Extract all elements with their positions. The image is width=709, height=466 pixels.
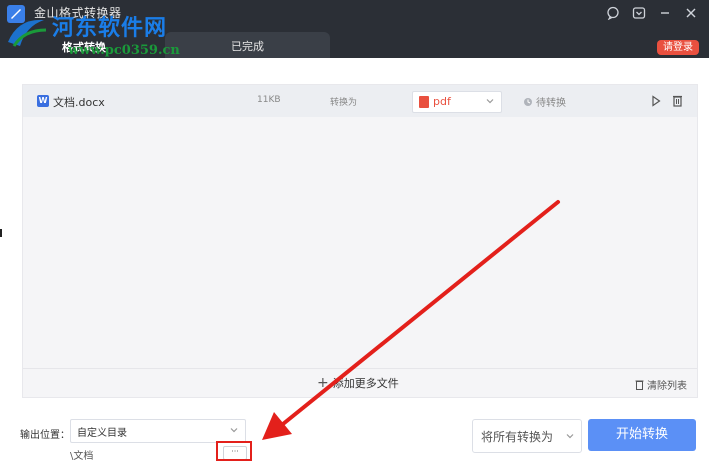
add-more-label: 添加更多文件 [332,377,399,390]
close-icon[interactable] [683,5,699,21]
chat-icon[interactable] [605,5,621,21]
word-file-icon: W [37,95,49,107]
file-size: 11KB [257,95,281,105]
app-logo-icon [7,5,25,23]
convert-all-select[interactable]: 将所有转换为 [472,419,582,453]
menu-icon[interactable] [631,5,647,21]
file-list-panel: W 文档.docx 11KB 转换为 pdf 待转换 + 添加更多文件 清除列表 [22,84,698,398]
pdf-icon [419,96,429,108]
file-row[interactable]: W 文档.docx 11KB 转换为 pdf 待转换 [23,85,697,117]
app-subtitle: 格式转换 [62,41,106,54]
add-more-files-button[interactable]: + 添加更多文件 [317,375,399,391]
delete-icon[interactable] [672,94,683,107]
tab-completed[interactable]: 已完成 [165,32,330,58]
title-bar: 金山格式转换器 格式转换 已完成 请登录 [0,0,709,58]
trash-icon [635,380,644,390]
file-name: 文档.docx [53,96,105,109]
status-text: 待转换 [536,98,566,109]
start-convert-button[interactable]: 开始转换 [588,419,696,451]
login-button[interactable]: 请登录 [657,40,699,55]
output-location-value: 自定义目录 [77,428,127,439]
output-path: \文档 [70,451,94,462]
clear-list-label: 清除列表 [647,381,687,392]
edge-mark [0,229,2,237]
output-location-label: 输出位置： [20,430,70,441]
play-icon[interactable] [651,95,661,107]
chevron-down-icon [230,428,238,433]
tab-completed-label: 已完成 [231,40,264,53]
chevron-down-icon [566,434,574,439]
chevron-down-icon [486,99,494,104]
plus-icon: + [317,375,329,391]
app-title: 金山格式转换器 [34,6,122,20]
file-status: 待转换 [523,94,566,109]
clock-icon [524,97,532,106]
annotation-highlight-box [216,441,252,461]
convert-all-label: 将所有转换为 [481,430,554,444]
window-controls [605,5,699,21]
convert-to-label: 转换为 [330,98,358,108]
format-select[interactable]: pdf [412,91,502,113]
format-value: pdf [433,95,451,108]
output-location-select[interactable]: 自定义目录 [70,419,246,443]
clear-list-button[interactable]: 清除列表 [635,377,687,392]
panel-footer: + 添加更多文件 清除列表 [23,368,697,397]
minimize-icon[interactable] [657,5,673,21]
